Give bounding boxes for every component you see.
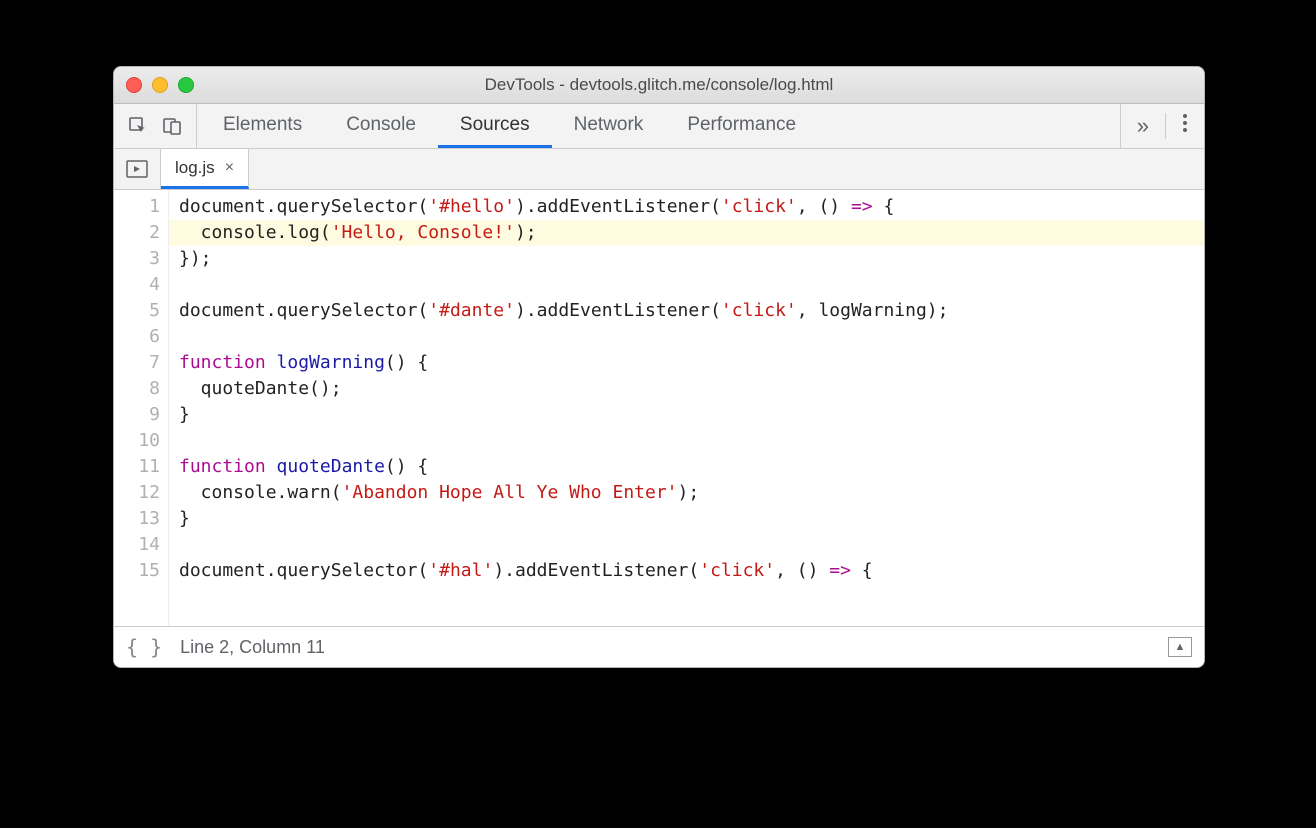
code-line[interactable]: function logWarning() { (169, 350, 1204, 376)
file-tab-label: log.js (175, 158, 215, 178)
line-gutter: 123456789101112131415 (114, 190, 169, 626)
code-line[interactable]: function quoteDante() { (169, 454, 1204, 480)
code-line[interactable]: }); (169, 246, 1204, 272)
pretty-print-icon[interactable]: { } (126, 635, 162, 659)
line-number: 10 (114, 428, 160, 454)
toolbar-right-group: » (1120, 104, 1204, 148)
status-bar: { } Line 2, Column 11 ▲ (114, 626, 1204, 667)
close-file-tab-icon[interactable]: × (225, 159, 234, 177)
code-line[interactable]: document.querySelector('#hello').addEven… (169, 194, 1204, 220)
line-number: 3 (114, 246, 160, 272)
settings-kebab-icon[interactable] (1182, 112, 1188, 140)
code-line[interactable] (169, 428, 1204, 454)
code-line[interactable]: document.querySelector('#dante').addEven… (169, 298, 1204, 324)
drawer-toggle-icon[interactable]: ▲ (1168, 637, 1192, 657)
line-number: 7 (114, 350, 160, 376)
window-title: DevTools - devtools.glitch.me/console/lo… (114, 75, 1204, 95)
code-area[interactable]: document.querySelector('#hello').addEven… (169, 190, 1204, 626)
code-editor[interactable]: 123456789101112131415 document.querySele… (114, 190, 1204, 626)
divider (1165, 113, 1166, 139)
traffic-lights (126, 77, 194, 93)
code-line[interactable]: document.querySelector('#hal').addEventL… (169, 558, 1204, 584)
panel-tabs: ElementsConsoleSourcesNetworkPerformance (197, 104, 1120, 148)
line-number: 11 (114, 454, 160, 480)
file-tab-logjs[interactable]: log.js × (161, 149, 249, 189)
code-line[interactable]: } (169, 402, 1204, 428)
code-line[interactable]: } (169, 506, 1204, 532)
devtools-toolbar: ElementsConsoleSourcesNetworkPerformance… (114, 104, 1204, 149)
line-number: 12 (114, 480, 160, 506)
line-number: 15 (114, 558, 160, 584)
cursor-position: Line 2, Column 11 (180, 637, 325, 658)
device-toolbar-icon[interactable] (162, 116, 182, 136)
line-number: 2 (114, 220, 160, 246)
maximize-window-button[interactable] (178, 77, 194, 93)
line-number: 6 (114, 324, 160, 350)
line-number: 1 (114, 194, 160, 220)
code-line[interactable]: console.log('Hello, Console!'); (169, 220, 1204, 246)
show-navigator-icon[interactable] (114, 149, 161, 189)
code-line[interactable] (169, 532, 1204, 558)
line-number: 8 (114, 376, 160, 402)
tab-elements[interactable]: Elements (201, 104, 324, 148)
line-number: 5 (114, 298, 160, 324)
line-number: 4 (114, 272, 160, 298)
tab-sources[interactable]: Sources (438, 104, 552, 148)
code-line[interactable] (169, 324, 1204, 350)
line-number: 9 (114, 402, 160, 428)
minimize-window-button[interactable] (152, 77, 168, 93)
code-line[interactable]: quoteDante(); (169, 376, 1204, 402)
tab-console[interactable]: Console (324, 104, 438, 148)
inspect-element-icon[interactable] (128, 116, 148, 136)
titlebar: DevTools - devtools.glitch.me/console/lo… (114, 67, 1204, 104)
close-window-button[interactable] (126, 77, 142, 93)
sources-subbar: log.js × (114, 149, 1204, 190)
line-number: 14 (114, 532, 160, 558)
code-line[interactable]: console.warn('Abandon Hope All Ye Who En… (169, 480, 1204, 506)
devtools-window: DevTools - devtools.glitch.me/console/lo… (113, 66, 1205, 668)
line-number: 13 (114, 506, 160, 532)
toolbar-left-group (114, 104, 197, 148)
code-line[interactable] (169, 272, 1204, 298)
tab-performance[interactable]: Performance (665, 104, 818, 148)
more-tabs-icon[interactable]: » (1137, 113, 1149, 139)
tab-network[interactable]: Network (552, 104, 666, 148)
